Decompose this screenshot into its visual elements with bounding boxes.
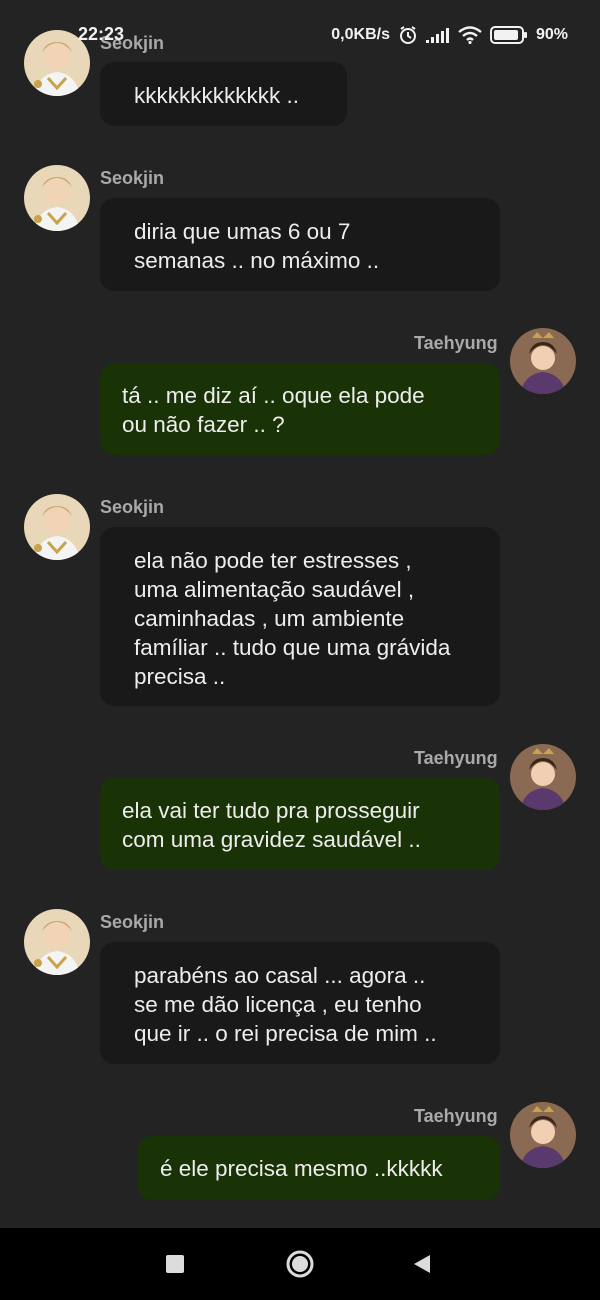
sender-name: Seokjin bbox=[100, 168, 165, 188]
message-bubble: parabéns ao casal ... agora .. se me dão… bbox=[100, 942, 500, 1064]
net-speed: 0,0KB/s bbox=[331, 26, 390, 43]
message-bubble: é ele precisa mesmo ..kkkkk bbox=[138, 1136, 500, 1200]
avatar-taehyung[interactable] bbox=[510, 744, 576, 810]
sender-name: Taehyung bbox=[414, 748, 498, 768]
status-time: 22:23 bbox=[78, 24, 125, 44]
sender-name: Taehyung bbox=[414, 333, 498, 353]
sender-name: Seokjin bbox=[100, 912, 165, 932]
sender-name: Taehyung bbox=[414, 1106, 498, 1126]
message-bubble: ela não pode ter estresses , uma aliment… bbox=[100, 527, 500, 706]
alarm-icon bbox=[398, 25, 418, 45]
back-triangle-icon[interactable] bbox=[406, 1248, 438, 1280]
chat-screen: 22:23 0,0KB/s 90% Seokjin kkkkkkkkkkkkk … bbox=[0, 0, 600, 1300]
avatar-seokjin[interactable] bbox=[24, 909, 90, 975]
battery-percent: 90% bbox=[535, 26, 568, 43]
avatar-seokjin[interactable] bbox=[24, 165, 90, 231]
message-bubble: kkkkkkkkkkkkk .. bbox=[100, 62, 347, 126]
message-bubble: ela vai ter tudo pra prosseguir com uma … bbox=[100, 778, 500, 870]
signal-icon bbox=[425, 27, 450, 43]
recents-square-icon[interactable] bbox=[159, 1248, 191, 1280]
avatar-taehyung[interactable] bbox=[510, 1102, 576, 1168]
avatar-seokjin[interactable] bbox=[24, 494, 90, 560]
sender-name: Seokjin bbox=[100, 497, 165, 517]
wifi-icon bbox=[458, 26, 482, 44]
avatar-taehyung[interactable] bbox=[510, 328, 576, 394]
status-icons: 0,0KB/s 90% bbox=[331, 24, 568, 46]
message-bubble: diria que umas 6 ou 7 semanas .. no máxi… bbox=[100, 198, 500, 291]
navigation-bar bbox=[0, 1228, 600, 1300]
home-circle-icon[interactable] bbox=[284, 1248, 316, 1280]
message-bubble: tá .. me diz aí .. oque ela pode ou não … bbox=[100, 363, 500, 455]
battery-icon bbox=[489, 26, 528, 44]
